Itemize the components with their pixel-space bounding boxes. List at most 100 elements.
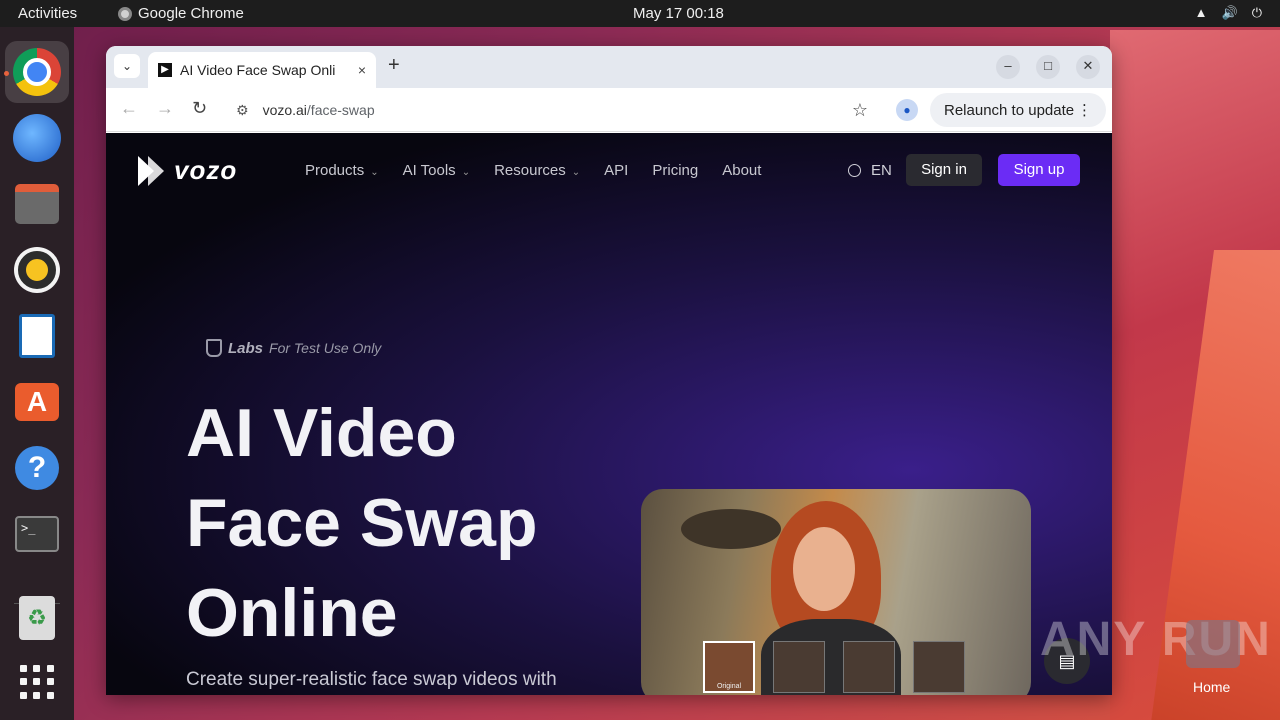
thumbnail-label: Original [716,683,742,690]
demo-video[interactable]: Original [641,489,1031,695]
flask-icon [206,339,222,357]
maximize-button[interactable]: □ [1036,55,1060,79]
vozo-favicon: ▶ [158,63,172,77]
background-figure [681,509,781,549]
help-icon: ? [15,446,59,490]
more-menu-icon[interactable]: ⋮ [1077,101,1092,119]
activities-button[interactable]: Activities [18,5,77,22]
active-app-indicator[interactable]: Google Chrome [118,5,244,22]
volume-icon: 🔊 [1221,5,1238,20]
nav-item-about[interactable]: About [722,162,761,179]
hero-subtitle: Create super-realistic face swap videos … [186,669,557,690]
nav-item-resources[interactable]: Resources ⌄ [494,162,580,179]
nav-item-pricing[interactable]: Pricing [652,162,698,179]
thunderbird-icon [13,114,61,162]
site-info-icon[interactable]: ⚙ [236,102,249,119]
tab-title: AI Video Face Swap Onli [180,62,336,78]
nav-item-label: Resources [494,162,566,179]
nav-item-label: Products [305,162,365,179]
hero-title: AI Video Face Swap Online [186,388,626,658]
tab-strip: ⌄ ▶ AI Video Face Swap Onli × + – □ ✕ [106,46,1112,88]
nav-item-products[interactable]: Products ⌄ [305,162,379,179]
relaunch-label: Relaunch to update [944,101,1075,119]
browser-toolbar: ← → ↻ ⚙ vozo.ai/face-swap ☆ ● Relaunch t… [106,88,1112,132]
system-top-bar: Activities Google Chrome May 17 00:18 ▲ … [0,0,1280,27]
address-bar[interactable]: ⚙ vozo.ai/face-swap ☆ [224,93,880,127]
terminal-icon: >_ [15,516,59,552]
labs-label: Labs [228,339,264,357]
running-indicator [4,71,9,76]
dock-show-apps[interactable] [5,651,69,713]
back-button[interactable]: ← [120,98,138,119]
dock: A ? >_ ♻ [0,27,74,720]
writer-icon [19,314,55,358]
trash-icon: ♻ [19,596,55,640]
thumbnail-face[interactable] [773,641,825,693]
chrome-window: ⌄ ▶ AI Video Face Swap Onli × + – □ ✕ ← … [106,46,1112,695]
tab-search-button[interactable]: ⌄ [114,54,140,78]
thumbnail-face[interactable] [913,641,965,693]
rhythmbox-icon [18,251,56,289]
dock-app-center[interactable]: A [5,371,69,433]
show-apps-icon [20,665,54,699]
forward-button[interactable]: → [156,98,174,119]
chrome-icon [13,48,61,96]
nav-item-label: API [604,162,629,179]
chevron-down-icon: ⌄ [571,167,581,178]
vozo-wordmark: vozo [174,155,238,185]
site-header: vozo Products ⌄ AI Tools ⌄ Resources ⌄ API Pric… [106,133,1112,207]
chevron-down-icon: ⌄ [370,167,379,178]
nav-item-api[interactable]: API [604,162,628,179]
subject-face [793,527,855,611]
network-icon: ▲ [1194,5,1208,20]
dock-rhythmbox[interactable] [5,239,69,301]
reload-button[interactable]: ↻ [192,98,207,119]
thumbnail-face[interactable] [843,641,895,693]
new-tab-button[interactable]: + [388,54,400,77]
hero-line: Online [186,575,398,651]
nav-item-label: Pricing [652,162,699,179]
url-text[interactable]: vozo.ai/face-swap [263,102,838,118]
dock-writer[interactable] [5,305,69,367]
labs-note: For Test Use Only [269,340,382,356]
url-path: /face-swap [306,102,375,118]
hero-line: AI Video [186,395,457,471]
bookmark-star-icon[interactable]: ☆ [852,100,868,121]
app-center-icon: A [15,383,59,421]
thumbnail-original[interactable]: Original [703,641,755,693]
profile-avatar-icon[interactable]: ● [896,99,918,121]
minimize-button[interactable]: – [996,55,1020,79]
dock-help[interactable]: ? [5,437,69,499]
system-tray[interactable]: ▲ 🔊 ⏻ [1195,5,1262,21]
nav-item-label: AI Tools [402,162,456,179]
files-icon [15,184,59,224]
tab-active[interactable]: ▶ AI Video Face Swap Onli × [148,52,376,88]
relaunch-button[interactable]: Relaunch to update ⋮ [930,93,1106,127]
sign-up-button[interactable]: Sign up [998,154,1080,186]
labs-badge: Labs For Test Use Only [206,339,381,357]
nav-item-label: About [722,162,762,179]
dock-terminal[interactable]: >_ [5,503,69,565]
site-nav-menu: Products ⌄ AI Tools ⌄ Resources ⌄ API Pricing Ab… [305,162,761,179]
chrome-small-icon [118,6,132,21]
vozo-logo[interactable]: vozo [138,155,237,186]
globe-icon [848,164,861,177]
chevron-down-icon: ⌄ [461,167,471,178]
home-folder-label[interactable]: Home [1193,679,1230,695]
clock[interactable]: May 17 00:18 [633,5,724,22]
dock-files[interactable] [5,173,69,235]
url-host: vozo.ai [262,102,307,118]
dock-thunderbird[interactable] [5,107,69,169]
nav-item-ai-tools[interactable]: AI Tools ⌄ [403,162,470,179]
power-icon: ⏻ [1251,5,1262,20]
tab-close-icon[interactable]: × [358,62,366,78]
dock-chrome[interactable] [5,41,69,103]
home-folder-icon[interactable] [1186,620,1240,668]
hero-line: Face Swap [186,485,538,561]
close-window-button[interactable]: ✕ [1076,55,1100,79]
dock-trash[interactable]: ♻ [5,587,69,649]
language-switcher[interactable]: EN [848,162,892,179]
vozo-logo-icon [138,155,166,186]
sign-in-button[interactable]: Sign in [906,154,982,186]
face-thumbnails: Original [703,641,965,693]
